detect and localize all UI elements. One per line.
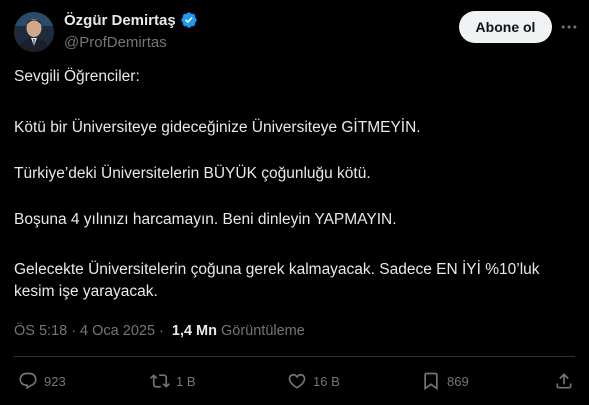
tweet-line: Sevgili Öğrenciler:	[14, 68, 140, 85]
tweet-line: Türkiye’deki Üniversitelerin BÜYÜK çoğun…	[14, 165, 371, 182]
views-count[interactable]: 1,4 Mn	[172, 323, 217, 339]
heart-icon	[288, 373, 306, 389]
more-options-button[interactable]	[556, 16, 582, 38]
meta-separator: ·	[71, 323, 77, 339]
tweet-time[interactable]: ÖS 5:18	[14, 323, 67, 339]
tweet-header: Özgür Demirtaş @ProfDemirtas Abone ol	[0, 0, 589, 60]
follow-button[interactable]: Abone ol	[459, 11, 552, 43]
repost-icon	[150, 374, 170, 388]
avatar-image	[14, 12, 54, 52]
tweet-meta: ÖS 5:18 · 4 Oca 2025 · 1,4 Mn Görüntülem…	[14, 323, 305, 339]
repost-button[interactable]: 1 B	[150, 371, 196, 391]
reply-icon	[19, 372, 37, 390]
action-bar: 923 1 B 16 B 869	[0, 367, 589, 399]
share-button[interactable]	[554, 371, 574, 391]
author-handle[interactable]: @ProfDemirtas	[64, 34, 167, 51]
repost-count: 1 B	[176, 373, 196, 389]
tweet-line: Gelecekte Üniversitelerin çoğuna gerek k…	[14, 261, 540, 300]
bookmark-count: 869	[447, 373, 469, 389]
tweet-date[interactable]: 4 Oca 2025	[80, 323, 155, 339]
share-icon	[556, 373, 572, 389]
like-button[interactable]: 16 B	[287, 371, 340, 391]
bookmark-icon	[424, 372, 438, 391]
verified-badge-icon	[181, 12, 197, 28]
reply-button[interactable]: 923	[18, 371, 66, 391]
avatar[interactable]	[14, 12, 54, 52]
author-name[interactable]: Özgür Demirtaş	[64, 12, 176, 29]
meta-separator: ·	[159, 323, 164, 339]
tweet-line: Kötü bir Üniversiteye gideceğinize Ünive…	[14, 119, 421, 136]
views-label: Görüntüleme	[221, 323, 305, 339]
more-dots-icon	[561, 25, 577, 29]
divider	[14, 356, 575, 357]
reply-count: 923	[44, 373, 66, 389]
tweet-line: Boşuna 4 yılınızı harcamayın. Beni dinle…	[14, 211, 397, 228]
bookmark-button[interactable]: 869	[421, 371, 469, 391]
like-count: 16 B	[313, 373, 340, 389]
